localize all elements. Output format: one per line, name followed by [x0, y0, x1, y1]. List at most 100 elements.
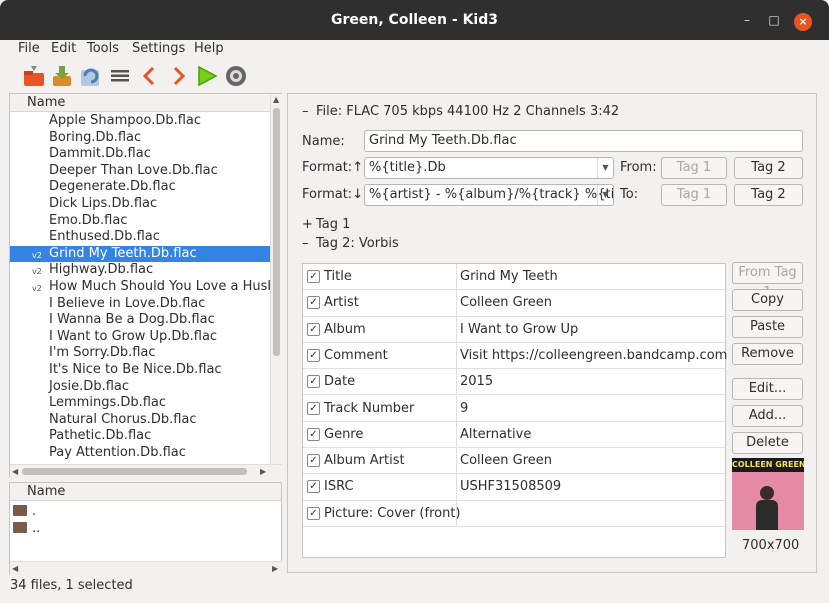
- tag-checkbox[interactable]: ✓: [307, 427, 320, 441]
- file-row[interactable]: v2 Grind My Teeth.Db.flac: [10, 245, 270, 263]
- scroll-right-icon[interactable]: ▶: [272, 564, 278, 573]
- scroll-left-icon[interactable]: ◀: [12, 564, 18, 573]
- file-row[interactable]: I Wanna Be a Dog.Db.flac: [10, 312, 270, 329]
- settings-icon[interactable]: [224, 64, 248, 88]
- file-row[interactable]: I'm Sorry.Db.flac: [10, 345, 270, 362]
- tag-row[interactable]: ✓ Track Number 9: [303, 395, 725, 422]
- tag-row[interactable]: ✓ Comment Visit https://colleengreen.bandc…: [303, 342, 727, 370]
- list-icon[interactable]: [108, 64, 132, 88]
- dir-entry[interactable]: .: [13, 504, 213, 520]
- tag-field-value[interactable]: Grind My Teeth: [460, 269, 558, 284]
- file-row[interactable]: Lemmings.Db.flac: [10, 395, 270, 412]
- file-row[interactable]: Degenerate.Db.flac: [10, 179, 270, 196]
- tag-checkbox[interactable]: ✓: [307, 480, 320, 494]
- tag-row[interactable]: ✓ ISRC USHF31508509: [303, 474, 725, 501]
- to-tag1-button[interactable]: Tag 1: [661, 184, 727, 206]
- tag-row[interactable]: ✓ Artist Colleen Green: [303, 290, 725, 317]
- file-row[interactable]: Pay Attention.Db.flac: [10, 445, 270, 462]
- format-to-combo[interactable]: %{artist} - %{album}/%{track} %{title} ▼: [364, 184, 614, 206]
- tag-field-value[interactable]: USHF31508509: [460, 479, 561, 494]
- add-button[interactable]: Add...: [732, 405, 803, 427]
- cover-art-image[interactable]: COLLEEN GREEN: [732, 458, 804, 530]
- play-icon[interactable]: [195, 64, 219, 88]
- file-list-header[interactable]: Name: [10, 94, 281, 112]
- file-row[interactable]: v2 Highway.Db.flac: [10, 262, 270, 279]
- delete-button[interactable]: Delete: [732, 432, 803, 454]
- tag-checkbox[interactable]: ✓: [307, 506, 320, 520]
- menu-edit[interactable]: Edit: [51, 41, 76, 56]
- file-row[interactable]: v2 How Much Should You Love a Husban: [10, 279, 270, 296]
- tag-checkbox[interactable]: ✓: [307, 270, 320, 283]
- file-row[interactable]: Dammit.Db.flac: [10, 146, 270, 163]
- tag-field-value[interactable]: 9: [460, 401, 468, 416]
- open-folder-icon[interactable]: [22, 64, 46, 88]
- menu-settings[interactable]: Settings: [132, 41, 185, 56]
- file-list-vscroll[interactable]: ▲: [270, 94, 282, 464]
- menu-tools[interactable]: Tools: [87, 41, 119, 56]
- tag-field-value[interactable]: Visit https://colleengreen.bandcamp.com: [460, 348, 727, 363]
- tag-field-value[interactable]: Colleen Green: [460, 295, 552, 310]
- tag-row[interactable]: ✓ Date 2015: [303, 369, 725, 396]
- tag-checkbox[interactable]: ✓: [307, 375, 320, 389]
- file-row[interactable]: Dick Lips.Db.flac: [10, 196, 270, 213]
- next-icon[interactable]: [166, 64, 190, 88]
- filename-input[interactable]: Grind My Teeth.Db.flac: [364, 130, 803, 152]
- scroll-left-icon[interactable]: ◀: [12, 467, 18, 476]
- file-list-hscroll-thumb[interactable]: [22, 468, 247, 475]
- menu-help[interactable]: Help: [194, 41, 224, 56]
- file-row[interactable]: Josie.Db.flac: [10, 379, 270, 396]
- tag-checkbox[interactable]: ✓: [307, 454, 320, 468]
- minimize-button[interactable]: –: [740, 13, 754, 27]
- tag-field-value[interactable]: I Want to Grow Up: [460, 322, 578, 337]
- file-row[interactable]: I Want to Grow Up.Db.flac: [10, 329, 270, 346]
- tag-row[interactable]: ✓ Genre Alternative: [303, 421, 725, 449]
- edit-button[interactable]: Edit...: [732, 378, 803, 400]
- file-list-scroll-thumb[interactable]: [273, 108, 280, 356]
- dir-list-hscroll[interactable]: ◀ ▶: [10, 561, 282, 574]
- paste-button[interactable]: Paste: [732, 316, 803, 338]
- file-row[interactable]: Deeper Than Love.Db.flac: [10, 163, 270, 180]
- maximize-button[interactable]: □: [767, 13, 781, 27]
- file-row[interactable]: Pathetic.Db.flac: [10, 428, 270, 445]
- file-section-toggle[interactable]: –: [302, 104, 309, 119]
- file-row[interactable]: It's Nice to Be Nice.Db.flac: [10, 362, 270, 379]
- remove-button[interactable]: Remove: [732, 343, 803, 365]
- menu-file[interactable]: File: [18, 41, 40, 56]
- from-tag1-copy-button[interactable]: From Tag 1: [732, 262, 803, 300]
- scroll-up-icon[interactable]: ▲: [273, 95, 279, 104]
- tag-field-value[interactable]: Alternative: [460, 427, 531, 442]
- tag-checkbox[interactable]: ✓: [307, 401, 320, 415]
- to-tag2-button[interactable]: Tag 2: [734, 184, 803, 206]
- revert-icon[interactable]: [78, 64, 102, 88]
- tag-row[interactable]: ✓ Title Grind My Teeth: [303, 264, 725, 291]
- tag-checkbox[interactable]: ✓: [307, 348, 320, 362]
- from-tag1-button[interactable]: Tag 1: [661, 157, 727, 179]
- close-button[interactable]: ×: [794, 13, 812, 31]
- copy-button[interactable]: Copy: [732, 289, 803, 311]
- tag2-section-toggle[interactable]: –: [302, 236, 309, 251]
- from-tag2-button[interactable]: Tag 2: [734, 157, 803, 179]
- chevron-down-icon[interactable]: ▼: [597, 185, 613, 205]
- tag-field-value[interactable]: Colleen Green: [460, 453, 552, 468]
- dir-list-header[interactable]: Name: [10, 483, 281, 501]
- file-list-hscroll[interactable]: ◀ ▶: [10, 464, 282, 477]
- scroll-right-icon[interactable]: ▶: [260, 467, 266, 476]
- chevron-down-icon[interactable]: ▼: [597, 158, 613, 178]
- tag1-section-toggle[interactable]: +: [302, 217, 313, 232]
- file-row[interactable]: Natural Chorus.Db.flac: [10, 412, 270, 429]
- tag-row[interactable]: ✓ Album I Want to Grow Up: [303, 316, 725, 343]
- tag-field-value[interactable]: 2015: [460, 374, 493, 389]
- tag-checkbox[interactable]: ✓: [307, 296, 320, 310]
- file-row[interactable]: Enthused.Db.flac: [10, 229, 270, 246]
- dir-entry[interactable]: ..: [13, 521, 213, 537]
- tag-checkbox[interactable]: ✓: [307, 322, 320, 336]
- tag-row[interactable]: ✓ Album Artist Colleen Green: [303, 448, 725, 475]
- save-icon[interactable]: [50, 64, 74, 88]
- file-row[interactable]: Apple Shampoo.Db.flac: [10, 113, 270, 130]
- file-row[interactable]: Boring.Db.flac: [10, 130, 270, 147]
- format-from-combo[interactable]: %{title}.Db ▼: [364, 157, 614, 179]
- file-row[interactable]: I Believe in Love.Db.flac: [10, 296, 270, 313]
- previous-icon[interactable]: [138, 64, 162, 88]
- tag-row[interactable]: ✓ Picture: Cover (front): [303, 500, 725, 527]
- file-row[interactable]: Emo.Db.flac: [10, 213, 270, 230]
